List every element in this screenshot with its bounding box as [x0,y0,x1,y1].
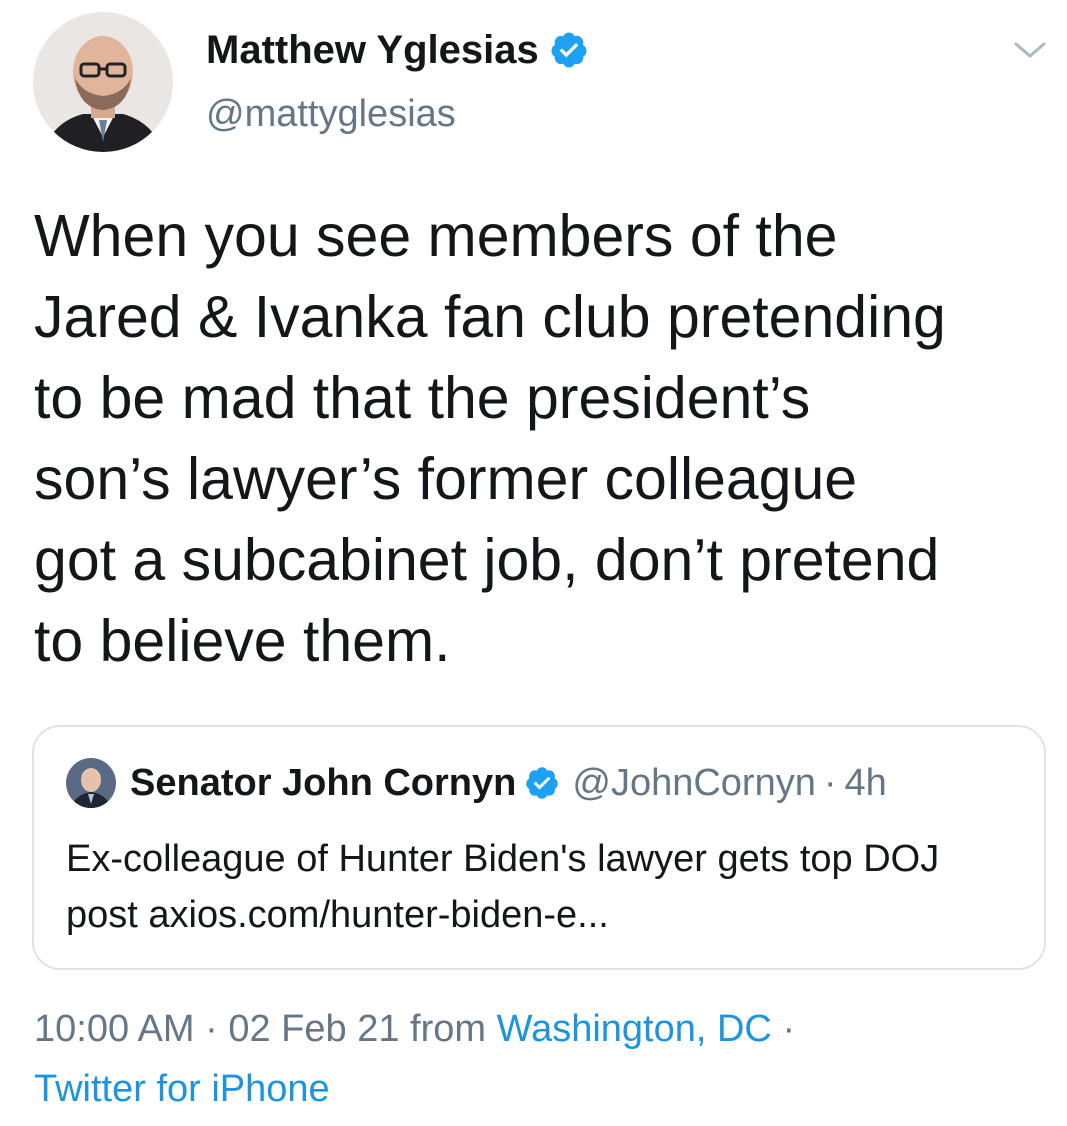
author-display-name[interactable]: Matthew Yglesias [206,28,539,73]
quoted-tweet-header: Senator John Cornyn @JohnCornyn · 4h [66,753,887,813]
quoted-author-handle: @JohnCornyn [572,761,816,804]
chevron-down-icon[interactable] [1012,38,1048,62]
from-label: from [410,1008,487,1050]
tweet-date[interactable]: 02 Feb 21 [228,1008,399,1050]
separator-dot: · [823,761,837,804]
location-link[interactable]: Washington, DC [497,1008,772,1050]
tweet-source-row: Twitter for iPhone [34,1060,330,1118]
separator-dot: · [205,1008,218,1050]
author-handle[interactable]: @mattyglesias [206,93,456,136]
tweet-meta: 10:00 AM · 02 Feb 21 from Washington, DC… [34,1000,795,1058]
quoted-tweet-card[interactable]: Senator John Cornyn @JohnCornyn · 4h Ex-… [32,725,1046,970]
author-avatar[interactable] [33,12,173,152]
quoted-tweet-text: Ex-colleague of Hunter Biden's lawyer ge… [66,838,940,936]
verified-badge-icon [524,765,560,801]
separator-dot: · [782,1008,796,1050]
source-link[interactable]: Twitter for iPhone [34,1068,330,1110]
quoted-tweet-time: 4h [844,761,887,804]
quoted-author-avatar [66,758,116,808]
tweet-time[interactable]: 10:00 AM [34,1008,195,1050]
author-name-row[interactable]: Matthew Yglesias [206,22,589,78]
tweet-text: When you see members of the Jared & Ivan… [34,203,946,674]
quoted-author-name: Senator John Cornyn [130,761,517,804]
verified-badge-icon [549,30,589,70]
